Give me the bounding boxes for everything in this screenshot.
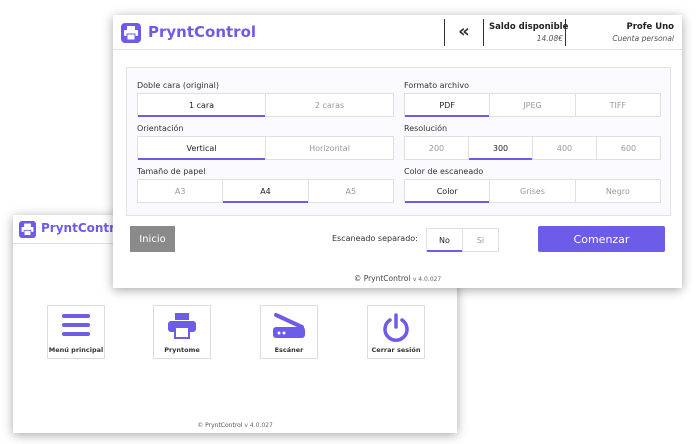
tile-label: Menú principal [48,346,104,354]
doble-cara-option[interactable]: 1 cara [138,94,266,117]
color-option[interactable]: Negro [576,180,660,202]
escaneado-separado-selector: No Sí [426,228,499,252]
header-divider [565,19,566,46]
tamano-option[interactable]: A4 [223,180,309,203]
tile-cerrar-sesion[interactable]: Cerrar sesión [367,305,425,359]
comenzar-button[interactable]: Comenzar [538,226,665,252]
menu-icon [61,312,91,342]
tile-label: Pryntome [164,346,200,354]
resolucion-option[interactable]: 600 [597,137,660,159]
footer-text: © PryntControl [197,422,243,429]
printer-icon [167,312,197,344]
header-divider [483,19,484,46]
tile-pryntome[interactable]: Pryntome [153,305,211,359]
orientacion-option[interactable]: Vertical [138,137,266,160]
doble-cara-selector: 1 cara 2 caras [137,93,394,117]
scan-brand: PryntControl [148,23,257,41]
formato-selector: PDF JPEG TIFF [404,93,661,117]
doble-cara-option[interactable]: 2 caras [266,94,393,116]
resolucion-option[interactable]: 400 [533,137,597,159]
version-text: v 4.0.027 [412,276,442,283]
balance-label: Saldo disponible [489,22,569,32]
tile-escaner[interactable]: Escáner [260,305,318,359]
tamano-selector: A3 A4 A5 [137,179,394,203]
color-option[interactable]: Grises [490,180,576,202]
separado-option[interactable]: No [427,229,463,252]
formato-option[interactable]: JPEG [490,94,576,116]
scanner-icon [272,312,306,344]
power-icon [381,312,411,346]
balance-value: 14.08€ [536,34,563,43]
separado-option[interactable]: Sí [463,229,498,251]
orientacion-option[interactable]: Horizontal [266,137,393,159]
header-divider [444,19,445,46]
color-option[interactable]: Color [405,180,491,203]
scan-header: PryntControl « Saldo disponible 14.08€ P… [113,15,682,50]
doble-cara-label: Doble cara (original) [137,81,219,90]
version-text: v 4.0.027 [244,422,273,429]
formato-option[interactable]: TIFF [576,94,660,116]
tile-label: Escáner [274,346,304,354]
resolucion-option[interactable]: 300 [469,137,533,160]
scan-footer: © PryntControl v 4.0.027 [113,274,682,283]
footer-text: © PryntControl [353,274,411,283]
resolucion-label: Resolución [404,124,448,133]
formato-option[interactable]: PDF [405,94,491,117]
tamano-option[interactable]: A5 [309,180,393,202]
tile-menu-principal[interactable]: Menú principal [47,305,105,359]
resolucion-option[interactable]: 200 [405,137,469,159]
user-name: Profe Uno [626,22,674,32]
scan-window: PryntControl « Saldo disponible 14.08€ P… [113,15,682,288]
printer-logo-icon [19,221,36,238]
printer-logo-icon [121,23,141,43]
inicio-button[interactable]: Inicio [130,226,175,252]
color-selector: Color Grises Negro [404,179,661,203]
tile-label: Cerrar sesión [371,346,421,354]
orientacion-label: Orientación [137,124,184,133]
tamano-label: Tamaño de papel [137,167,206,176]
formato-label: Formato archivo [404,81,469,90]
orientacion-selector: Vertical Horizontal [137,136,394,160]
tamano-option[interactable]: A3 [138,180,224,202]
home-footer: © PryntControl v 4.0.027 [13,422,457,429]
color-label: Color de escaneado [404,167,484,176]
resolucion-selector: 200 300 400 600 [404,136,661,160]
escaneado-separado-label: Escaneado separado: [332,234,418,243]
scan-options-panel: Doble cara (original) 1 cara 2 caras Ori… [126,67,671,216]
user-role: Cuenta personal [612,34,674,43]
collapse-chevrons-icon[interactable]: « [451,22,477,42]
